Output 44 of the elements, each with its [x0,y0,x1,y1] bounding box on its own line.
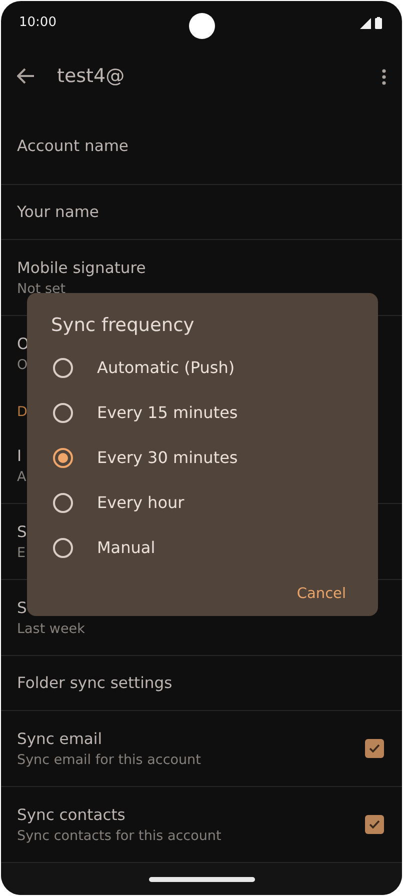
check-icon [369,820,380,829]
screen-title: test4@ [57,64,125,89]
setting-title: Folder sync settings [17,673,172,694]
camera-cutout [189,13,215,39]
dialog-title: Sync frequency [50,314,196,338]
back-icon[interactable] [17,68,35,84]
home-indicator[interactable] [148,876,254,882]
radio-option[interactable]: Every hour [27,480,378,525]
radio-option[interactable]: Manual [27,525,378,570]
more-options-icon[interactable] [382,68,386,85]
battery-icon [375,17,382,29]
setting-summary: E [17,544,26,562]
setting-summary: O [17,356,28,375]
checkbox[interactable] [365,815,384,834]
setting-title: S [17,522,27,542]
radio-button[interactable] [53,448,73,468]
section-header: D [17,403,28,422]
signal-icon [360,18,371,28]
setting-summary: Sync contacts for this account [17,826,222,846]
settings-item[interactable]: Sync email Sync email for this account [1,711,402,787]
status-time: 10:00 [19,14,56,32]
setting-title: S [17,598,27,618]
radio-button[interactable] [53,402,73,422]
radio-button[interactable] [53,358,73,378]
radio-button[interactable] [53,538,73,558]
settings-item[interactable]: Your name [1,185,402,240]
radio-option[interactable]: Every 30 minutes [27,435,378,480]
check-icon [369,744,380,753]
setting-title: Sync contacts [17,804,126,826]
setting-title: Your name [17,202,99,223]
setting-title: Mobile signature [17,258,146,278]
setting-title: Sync email [17,728,102,750]
setting-summary: A [17,468,26,486]
setting-title: I [17,446,22,466]
settings-item[interactable]: Folder sync settings [1,656,402,711]
radio-option[interactable]: Automatic (Push) [27,345,378,390]
setting-title: Account name [17,136,128,157]
checkbox[interactable] [365,739,384,758]
setting-summary: Last week [17,620,85,638]
settings-item[interactable]: Account name [1,107,402,185]
radio-option[interactable]: Every 15 minutes [27,390,378,435]
radio-button[interactable] [53,492,73,512]
setting-summary: Not set [17,280,66,298]
setting-summary: Sync email for this account [17,750,201,770]
